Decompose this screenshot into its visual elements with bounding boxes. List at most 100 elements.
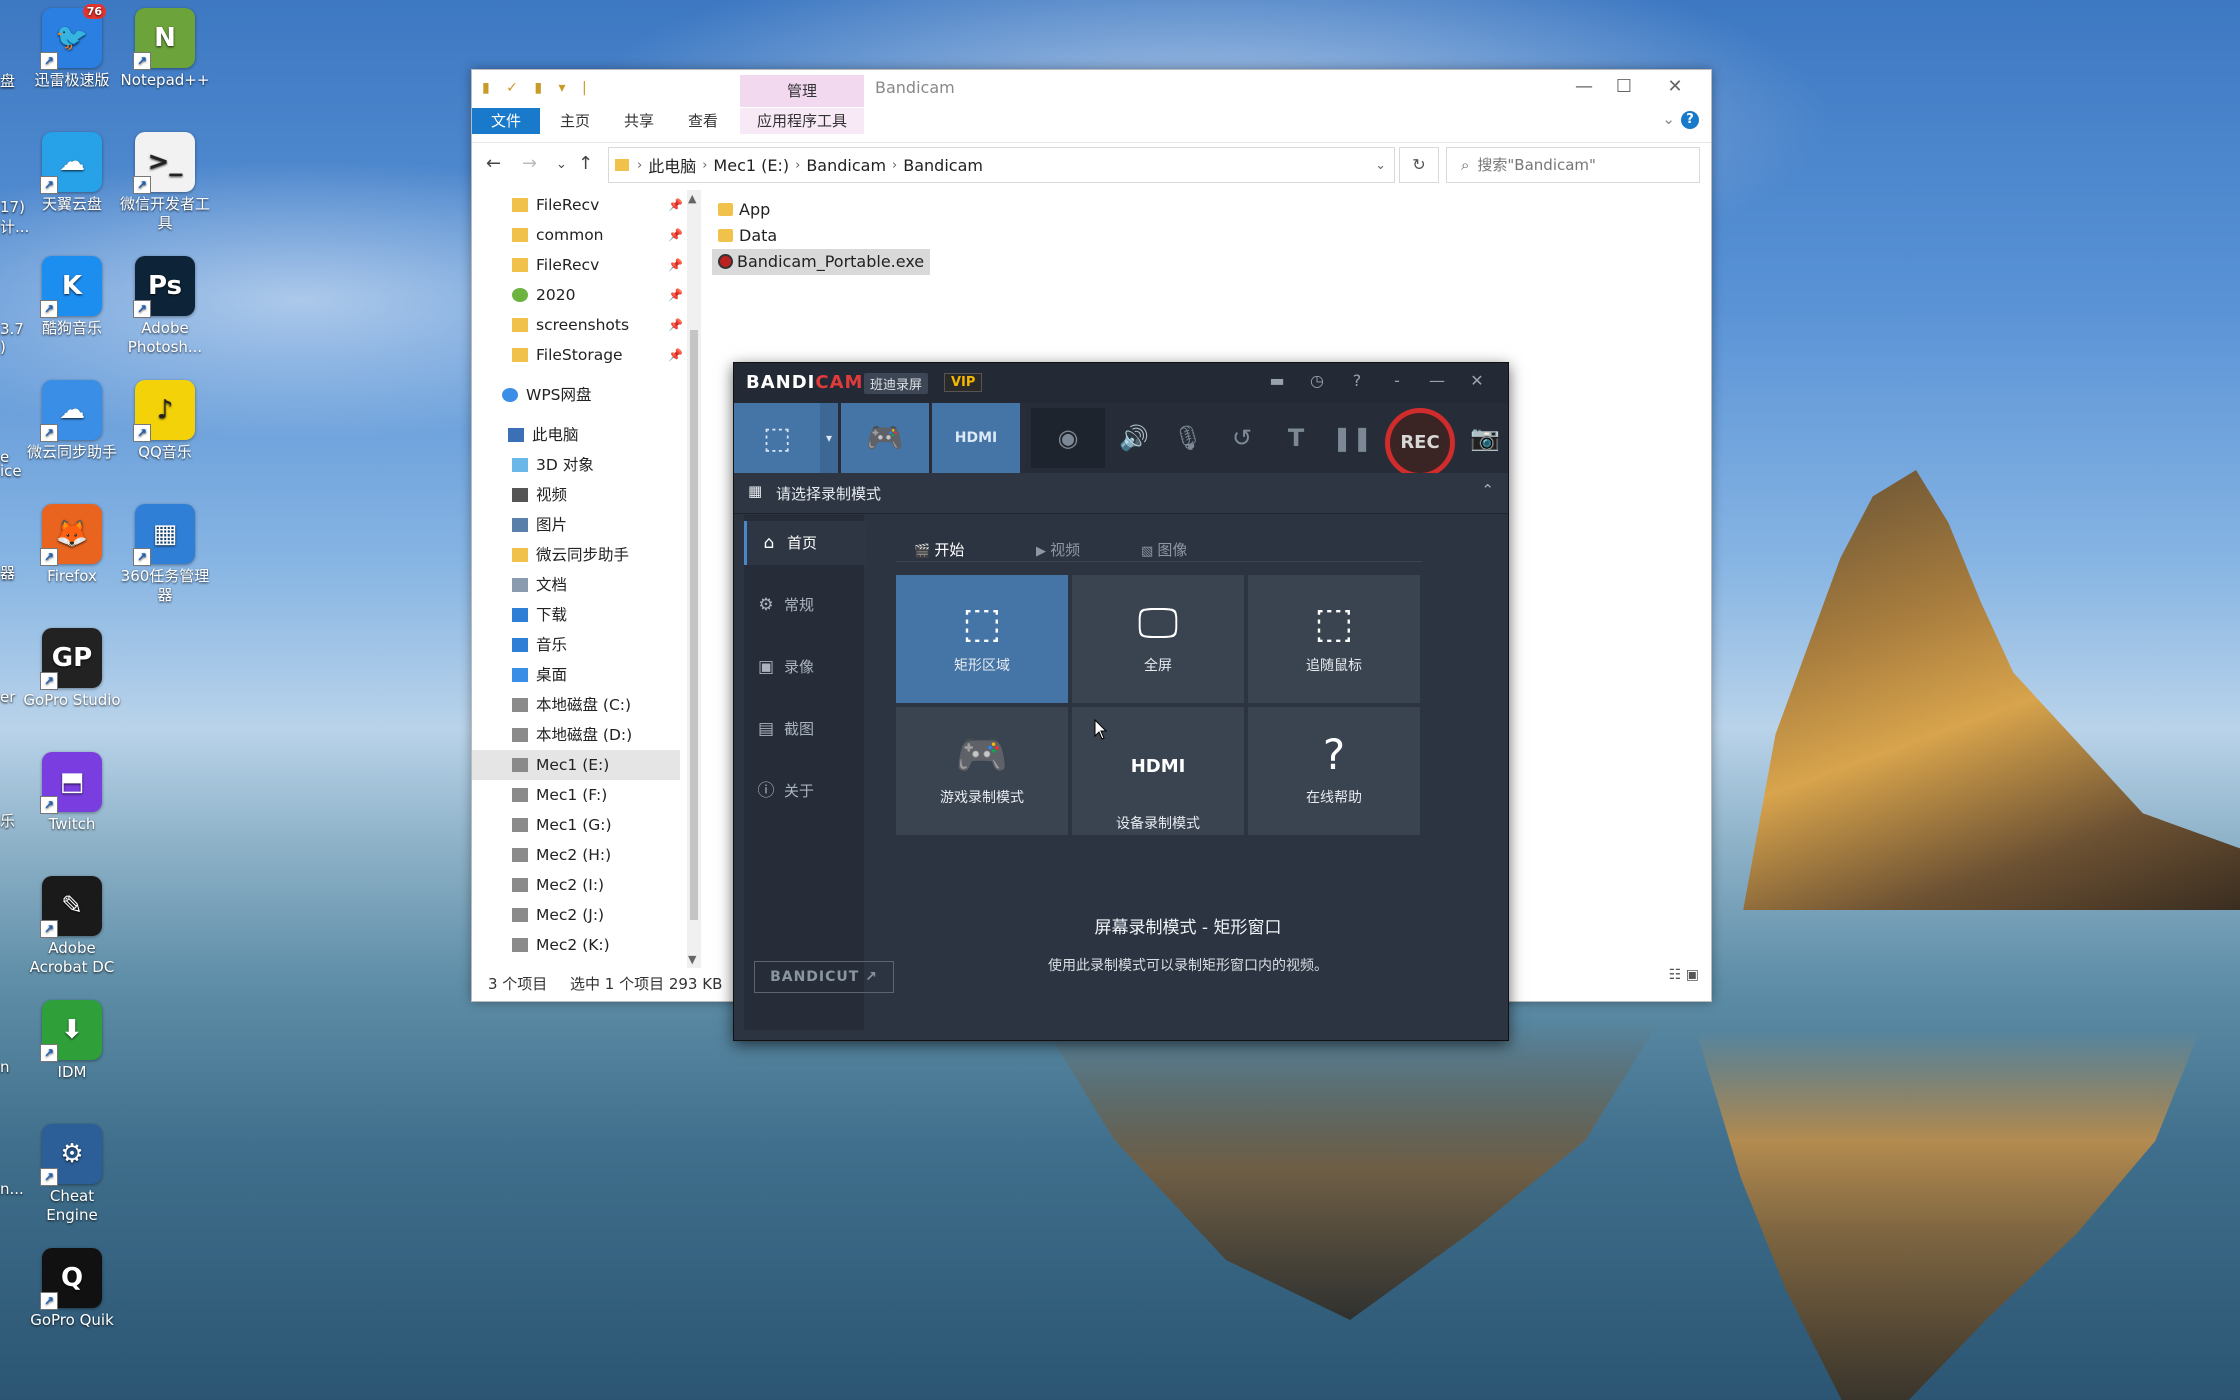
maximize-button[interactable]: ☐ xyxy=(1604,76,1644,97)
nav-scrollbar[interactable]: ▲ ▼ xyxy=(687,190,701,968)
game-mode-button[interactable]: 🎮 xyxy=(841,403,929,473)
subtab[interactable]: ▧ 图像 xyxy=(1141,539,1187,560)
subtab[interactable]: ▶ 视频 xyxy=(1036,539,1080,560)
ribbon-collapse-icon[interactable]: ⌄ xyxy=(1662,110,1675,128)
desktop-icon[interactable]: GP ↗ GoPro Studio xyxy=(22,628,122,710)
clock-icon[interactable]: ◷ xyxy=(1304,371,1330,390)
close-button[interactable]: ✕ xyxy=(1655,76,1695,97)
pin-icon[interactable]: 📌 xyxy=(668,280,682,310)
webcam-icon[interactable]: ◉ xyxy=(1031,408,1105,468)
recent-chevron-icon[interactable]: ⌄ xyxy=(556,157,567,172)
nav-item[interactable]: common 📌 xyxy=(472,220,682,250)
desktop-icon[interactable]: ✎ ↗ Adobe Acrobat DC xyxy=(22,876,122,977)
desktop-icon[interactable]: Ps ↗ Adobe Photosh... xyxy=(115,256,215,357)
pin-icon[interactable]: 📌 xyxy=(668,250,682,280)
speaker-icon[interactable]: 🔊 xyxy=(1116,421,1152,455)
nav-item[interactable]: FileStorage 📌 xyxy=(472,340,682,370)
sidebar-item-image[interactable]: ▤ 截图 xyxy=(744,707,864,751)
breadcrumb-current[interactable]: Bandicam xyxy=(903,156,983,175)
nav-item[interactable]: 下载 xyxy=(472,600,680,630)
camera-icon[interactable]: 📷 xyxy=(1467,421,1503,455)
nav-item[interactable]: 本地磁盘 (C:) xyxy=(472,690,680,720)
nav-item[interactable]: 音乐 xyxy=(472,630,680,660)
screen-mode-dropdown[interactable]: ▾ xyxy=(820,403,838,473)
desktop-icon[interactable]: >_ ↗ 微信开发者工具 xyxy=(115,132,215,233)
nav-item[interactable]: Mec2 (K:) xyxy=(472,930,680,960)
help-icon[interactable]: ? xyxy=(1344,371,1370,390)
forward-arrow-icon[interactable]: → xyxy=(522,153,537,174)
close-icon[interactable]: ✕ xyxy=(1464,371,1490,390)
sidebar-item-gear[interactable]: ⚙ 常规 xyxy=(744,583,864,627)
search-input[interactable]: ⌕ 搜索"Bandicam" xyxy=(1446,147,1700,183)
ribbon-tab-file[interactable]: 文件 xyxy=(472,108,540,134)
mode-tile[interactable]: 🎮 游戏录制模式 xyxy=(896,707,1068,835)
file-item[interactable]: Bandicam_Portable.exe xyxy=(712,249,931,275)
desktop-icon[interactable]: 🐦 76 ↗ 迅雷极速版 xyxy=(22,4,122,90)
back-arrow-icon[interactable]: ← xyxy=(486,153,501,174)
nav-item[interactable]: 本地磁盘 (D:) xyxy=(472,720,680,750)
mode-tile[interactable]: 🖵 全屏 xyxy=(1072,575,1244,703)
nav-item[interactable]: Mec1 (G:) xyxy=(472,810,680,840)
nav-item[interactable]: Mec2 (J:) xyxy=(472,900,680,930)
address-bar[interactable]: › 此电脑 › Mec1 (E:) › Bandicam › Bandicam … xyxy=(608,147,1395,183)
quick-access-toolbar[interactable]: ▮ ✓ ▮ ▾ | xyxy=(482,80,593,96)
nav-item[interactable]: Mec1 (F:) xyxy=(472,780,680,810)
desktop-icon[interactable]: ⬇ ↗ IDM xyxy=(22,1000,122,1082)
sidebar-item-video[interactable]: ▣ 录像 xyxy=(744,645,864,689)
nav-item[interactable]: Mec2 (H:) xyxy=(472,840,680,870)
file-item[interactable]: Data xyxy=(712,223,783,249)
pin-icon[interactable]: 📌 xyxy=(668,340,682,370)
sidebar-item-home[interactable]: ⌂ 首页 xyxy=(744,521,867,565)
nav-item[interactable]: 桌面 xyxy=(472,660,680,690)
desktop-icon[interactable]: Q ↗ GoPro Quik xyxy=(22,1248,122,1330)
sidebar-item-info[interactable]: ⓘ 关于 xyxy=(744,769,864,813)
desktop-icon[interactable]: ▦ ↗ 360任务管理器 xyxy=(115,504,215,605)
ribbon-tab-share[interactable]: 共享 xyxy=(624,108,654,134)
nav-item[interactable]: 此电脑 xyxy=(472,420,680,450)
text-overlay-icon[interactable]: T xyxy=(1278,421,1314,455)
breadcrumb-drive[interactable]: Mec1 (E:) xyxy=(713,156,789,175)
breadcrumb-folder[interactable]: Bandicam xyxy=(806,156,886,175)
mode-tile[interactable]: ⬚ 追随鼠标 xyxy=(1248,575,1420,703)
file-item[interactable]: App xyxy=(712,197,776,223)
bandicut-button[interactable]: BANDICUT ↗ xyxy=(754,961,894,993)
menu-icon[interactable]: ‑ xyxy=(1384,371,1410,390)
device-mode-button[interactable]: HDMI xyxy=(932,403,1020,473)
scroll-up-icon[interactable]: ▲ xyxy=(688,192,696,205)
help-icon[interactable]: ? xyxy=(1681,111,1699,129)
desktop-icon[interactable]: 🦊 ↗ Firefox xyxy=(22,504,122,586)
nav-item[interactable]: Mec1 (E:) xyxy=(472,750,680,780)
nav-item[interactable]: 视频 xyxy=(472,480,680,510)
scroll-down-icon[interactable]: ▼ xyxy=(688,953,696,966)
mode-tile[interactable]: ⬚ 矩形区域 xyxy=(896,575,1068,703)
breadcrumb-this-pc[interactable]: 此电脑 xyxy=(648,153,696,177)
desktop-icon[interactable]: ☁ ↗ 天翼云盘 xyxy=(22,132,122,214)
rec-button[interactable]: REC xyxy=(1385,408,1455,478)
ribbon-tab-home[interactable]: 主页 xyxy=(560,108,590,134)
nav-item[interactable]: 微云同步助手 xyxy=(472,540,680,570)
pause-icon[interactable]: ❚❚ xyxy=(1332,421,1372,455)
nav-item[interactable]: WPS网盘 xyxy=(472,380,680,410)
mouse-effect-icon[interactable]: ↺ xyxy=(1224,421,1260,455)
pin-icon[interactable]: 📌 xyxy=(668,220,682,250)
refresh-icon[interactable]: ↻ xyxy=(1399,147,1439,183)
nav-item[interactable]: FileRecv 📌 xyxy=(472,190,682,220)
desktop-icon[interactable]: ☁ ↗ 微云同步助手 xyxy=(22,380,122,462)
nav-item[interactable]: Mec2 (I:) xyxy=(472,870,680,900)
subtab[interactable]: 🎬 开始 xyxy=(914,539,964,560)
ribbon-tab-view[interactable]: 查看 xyxy=(688,108,718,134)
nav-item[interactable]: 3D 对象 xyxy=(472,450,680,480)
desktop-icon[interactable]: ♪ ↗ QQ音乐 xyxy=(115,380,215,462)
nav-item[interactable]: 2020 📌 xyxy=(472,280,682,310)
mode-tile[interactable]: ? 在线帮助 xyxy=(1248,707,1420,835)
view-toggle-icons[interactable]: ☷ ▣ xyxy=(1669,958,1699,992)
address-dropdown-icon[interactable]: ⌄ xyxy=(1375,158,1386,173)
desktop-icon[interactable]: ⚙ ↗ Cheat Engine xyxy=(22,1124,122,1225)
folder-icon[interactable]: ▬ xyxy=(1264,371,1290,390)
ribbon-tab-app-tools[interactable]: 应用程序工具 xyxy=(740,108,864,134)
minimize-button[interactable]: — xyxy=(1564,76,1604,97)
pin-icon[interactable]: 📌 xyxy=(668,190,682,220)
desktop-icon[interactable]: K ↗ 酷狗音乐 xyxy=(22,256,122,338)
scrollbar-thumb[interactable] xyxy=(690,330,698,920)
minimize-icon[interactable]: — xyxy=(1424,371,1450,390)
